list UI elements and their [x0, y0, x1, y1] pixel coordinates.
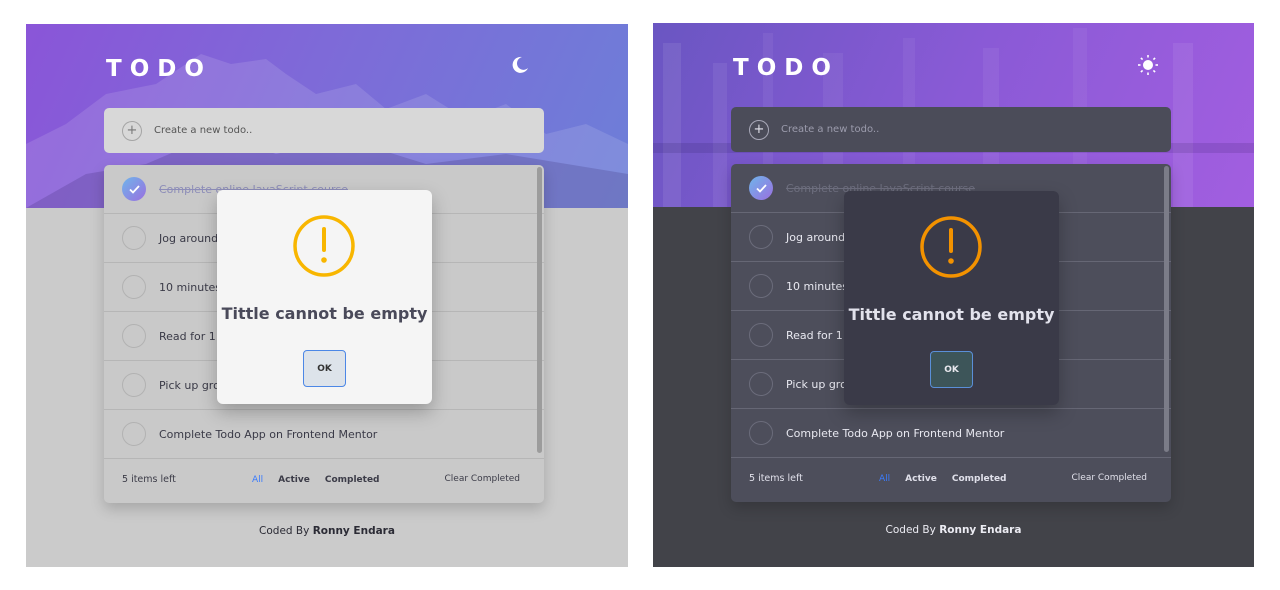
- todo-text: 10 minutes: [786, 279, 849, 293]
- checkbox[interactable]: [122, 226, 146, 250]
- filter-active-button[interactable]: Active: [905, 474, 937, 484]
- app-title: TODO: [106, 56, 212, 82]
- credit-author: Ronny Endara: [312, 525, 395, 537]
- checkbox[interactable]: [122, 422, 146, 446]
- plus-icon[interactable]: +: [749, 119, 769, 140]
- list-footer: 5 items left All Active Completed Clear …: [731, 458, 1171, 502]
- theme-toggle-button[interactable]: [510, 55, 536, 81]
- clear-completed-button[interactable]: Clear Completed: [445, 474, 521, 484]
- new-todo-input[interactable]: + Create a new todo..: [731, 107, 1171, 152]
- todo-item[interactable]: Complete Todo App on Frontend Mentor: [731, 409, 1171, 458]
- items-left-count: 5 items left: [122, 474, 176, 485]
- todo-text: Complete Todo App on Frontend Mentor: [786, 426, 1005, 440]
- new-todo-placeholder: Create a new todo..: [154, 125, 253, 136]
- checkbox[interactable]: [122, 324, 146, 348]
- todo-text: 10 minutes: [159, 280, 222, 294]
- ok-button[interactable]: OK: [303, 350, 346, 387]
- alert-message: Tittle cannot be empty: [848, 305, 1055, 324]
- warning-icon: [293, 215, 355, 277]
- moon-icon: [512, 56, 528, 73]
- checkbox[interactable]: [749, 323, 773, 347]
- checkmark-icon: [128, 184, 140, 194]
- checkbox-completed[interactable]: [749, 176, 773, 200]
- warning-icon: [920, 216, 982, 278]
- sun-icon: [1138, 55, 1158, 75]
- clear-completed-button[interactable]: Clear Completed: [1072, 473, 1148, 483]
- credit-line: Coded By Ronny Endara: [26, 525, 628, 537]
- todo-item[interactable]: Complete Todo App on Frontend Mentor: [104, 410, 544, 459]
- checkbox[interactable]: [749, 421, 773, 445]
- todo-text: Jog around: [786, 230, 846, 244]
- filter-active-button[interactable]: Active: [278, 475, 310, 485]
- checkbox[interactable]: [749, 274, 773, 298]
- filter-group: All Active Completed: [252, 475, 380, 485]
- checkbox[interactable]: [122, 275, 146, 299]
- new-todo-input[interactable]: + Create a new todo..: [104, 108, 544, 153]
- light-theme-screen: TODO + Create a new todo.. Complete onli…: [26, 24, 628, 567]
- checkbox[interactable]: [749, 225, 773, 249]
- alert-dialog: Tittle cannot be empty OK: [844, 191, 1059, 405]
- todo-text: Pick up gro: [786, 377, 847, 391]
- alert-message: Tittle cannot be empty: [221, 304, 428, 323]
- scrollbar[interactable]: [1164, 166, 1169, 452]
- credit-line: Coded By Ronny Endara: [653, 524, 1254, 536]
- list-footer: 5 items left All Active Completed Clear …: [104, 459, 544, 503]
- checkbox-completed[interactable]: [122, 177, 146, 201]
- credit-prefix: Coded By: [259, 525, 310, 537]
- filter-group: All Active Completed: [879, 474, 1007, 484]
- ok-button[interactable]: OK: [930, 351, 973, 388]
- dark-theme-screen: TODO + Create a new todo.. Complete onli…: [653, 23, 1254, 567]
- app-title: TODO: [733, 55, 839, 81]
- checkmark-icon: [755, 183, 767, 193]
- theme-toggle-button[interactable]: [1137, 54, 1163, 80]
- checkbox[interactable]: [122, 373, 146, 397]
- plus-icon[interactable]: +: [122, 120, 142, 141]
- items-left-count: 5 items left: [749, 473, 803, 484]
- filter-all-button[interactable]: All: [879, 474, 890, 484]
- filter-completed-button[interactable]: Completed: [325, 475, 380, 485]
- todo-text: Complete Todo App on Frontend Mentor: [159, 427, 378, 441]
- scrollbar[interactable]: [537, 167, 542, 453]
- todo-text: Pick up gro: [159, 378, 220, 392]
- todo-text: Jog around: [159, 231, 219, 245]
- filter-completed-button[interactable]: Completed: [952, 474, 1007, 484]
- todo-text: Read for 1: [786, 328, 843, 342]
- alert-dialog: Tittle cannot be empty OK: [217, 190, 432, 404]
- todo-text: Read for 1: [159, 329, 216, 343]
- checkbox[interactable]: [749, 372, 773, 396]
- credit-author: Ronny Endara: [939, 524, 1022, 536]
- filter-all-button[interactable]: All: [252, 475, 263, 485]
- new-todo-placeholder: Create a new todo..: [781, 124, 880, 135]
- credit-prefix: Coded By: [885, 524, 936, 536]
